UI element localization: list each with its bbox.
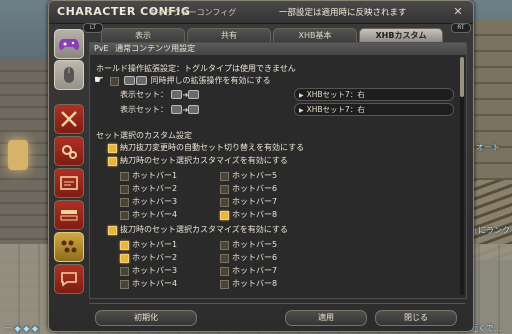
sheathed-hotbar2-checkbox[interactable] [120, 185, 129, 194]
section-title: 通常コンテンツ用設定 [115, 44, 196, 53]
gamepad-button-icon [188, 105, 200, 114]
tab-display[interactable]: 表示 [101, 28, 185, 43]
scene-label: 近くで… [470, 324, 502, 333]
hotbar-label: ホットバー7 [232, 197, 278, 206]
chevron-right-icon: ▶ [299, 107, 304, 114]
sheathed-custom-checkbox[interactable] [108, 157, 117, 166]
battle-settings-button[interactable] [54, 104, 84, 134]
tab-shared[interactable]: 共有 [187, 28, 271, 43]
scene-label: オート [476, 143, 500, 152]
sheathed-custom-label: 納刀時のセット選択カスタマイズを有効にする [120, 156, 288, 165]
tab-bar: 表示 共有 XHB基本 XHBカスタム [101, 28, 443, 43]
hotbar-label: ホットバー2 [132, 184, 178, 193]
display-set-select[interactable]: ▶ XHBセット7：右 [294, 88, 454, 101]
mouse-mode-button[interactable] [54, 60, 84, 90]
hotbar-label: ホットバー1 [132, 171, 178, 180]
apply-notice: 一部設定は適用時に反映されます [279, 8, 407, 18]
hotbar-label: ホットバー5 [232, 240, 278, 249]
gamepad-button-icon [170, 90, 182, 99]
drawn-hotbar8-checkbox[interactable] [220, 280, 229, 289]
pointing-hand-icon: ☛ [94, 73, 104, 86]
cross-hotbar-icon [61, 240, 77, 253]
action-settings-button[interactable] [54, 136, 84, 166]
gamepad-button-icon [136, 76, 147, 85]
display-set-select[interactable]: ▶ XHBセット7：右 [294, 103, 454, 116]
drawn-custom-label: 抜刀時のセット選択カスタマイズを有効にする [120, 225, 288, 234]
lt-indicator: LT [83, 23, 103, 33]
gamepad-mode-button[interactable] [54, 29, 84, 59]
hold-notice: ホールド操作拡張設定：トグルタイプは使用できません [96, 64, 296, 73]
sheathed-hotbar5-checkbox[interactable] [220, 172, 229, 181]
section-header: PvE 通常コンテンツ用設定 [90, 43, 466, 55]
gears-icon [62, 145, 77, 159]
rt-indicator: RT [451, 23, 471, 33]
window-subtitle: キャラクターコンフィグ [149, 8, 237, 17]
set-select-heading: セット選択のカスタム設定 [96, 131, 192, 140]
chat-bubble-icon [61, 272, 77, 287]
gamepad-button-icon [188, 90, 200, 99]
chat-settings-button[interactable] [54, 264, 84, 294]
sheathed-hotbar4-checkbox[interactable] [120, 211, 129, 220]
hotbar-label: ホットバー3 [132, 266, 178, 275]
hotbar-label: ホットバー5 [232, 171, 278, 180]
footer-divider [89, 303, 465, 304]
apply-button[interactable]: 適用 [285, 310, 367, 326]
close-button[interactable]: 閉じる [375, 310, 457, 326]
drawn-hotbar2-checkbox[interactable] [120, 254, 129, 263]
hotbar-label: ホットバー3 [132, 197, 178, 206]
hotbar-icon [60, 210, 78, 221]
category-rail [54, 29, 84, 299]
hotbar-label: ホットバー4 [132, 210, 178, 219]
sheathed-hotbar7-checkbox[interactable] [220, 198, 229, 207]
hotbar-label: ホットバー7 [232, 266, 278, 275]
hold-extend-checkbox[interactable] [110, 77, 119, 86]
scene-label: ー ◆ ◆ ◆ [4, 324, 39, 333]
display-set-row: 表示セット： ➜ [120, 104, 200, 115]
scrollbar[interactable] [460, 57, 464, 295]
auto-switch-checkbox[interactable] [108, 144, 117, 153]
character-config-window: CHARACTER CONFIG キャラクターコンフィグ 一部設定は適用時に反映… [48, 0, 474, 332]
window-icon [60, 176, 78, 190]
hotbar-settings-button[interactable] [54, 200, 84, 230]
gamepad-icon [59, 39, 79, 50]
auto-switch-label: 納刀抜刀変更時の自動セット切り替えを有効にする [120, 143, 305, 152]
tab-xhb-basic[interactable]: XHB基本 [273, 28, 357, 43]
lamp [8, 140, 28, 170]
hotbar-label: ホットバー4 [132, 279, 178, 288]
hotbar-label: ホットバー1 [132, 240, 178, 249]
hotbar-label: ホットバー2 [132, 253, 178, 262]
drawn-hotbar3-checkbox[interactable] [120, 267, 129, 276]
cross-hotbar-settings-button[interactable] [54, 232, 84, 262]
reset-button[interactable]: 初期化 [95, 310, 197, 326]
title-bar[interactable]: CHARACTER CONFIG キャラクターコンフィグ 一部設定は適用時に反映… [49, 1, 473, 24]
gamepad-button-icon [170, 105, 182, 114]
hotbar-label: ホットバー6 [232, 253, 278, 262]
settings-panel: PvE 通常コンテンツ用設定 ホールド操作拡張設定：トグルタイプは使用できません… [89, 42, 467, 299]
mouse-icon [64, 67, 74, 83]
hotbar-label: ホットバー8 [232, 210, 278, 219]
gamepad-button-icon [124, 76, 135, 85]
chevron-right-icon: ▶ [299, 92, 304, 99]
sheathed-hotbar1-checkbox[interactable] [120, 172, 129, 181]
drawn-hotbar7-checkbox[interactable] [220, 267, 229, 276]
crossed-swords-icon [61, 111, 77, 127]
hotbar-label: ホットバー6 [232, 184, 278, 193]
drawn-hotbar1-checkbox[interactable] [120, 241, 129, 250]
sheathed-hotbar6-checkbox[interactable] [220, 185, 229, 194]
display-set-row: 表示セット： ➜ [120, 89, 200, 100]
scrollbar-thumb[interactable] [460, 57, 464, 97]
tab-xhb-custom[interactable]: XHBカスタム [359, 28, 443, 43]
ui-settings-button[interactable] [54, 168, 84, 198]
drawn-custom-checkbox[interactable] [108, 226, 117, 235]
drawn-hotbar6-checkbox[interactable] [220, 254, 229, 263]
hotbar-label: ホットバー8 [232, 279, 278, 288]
sheathed-hotbar8-checkbox[interactable] [220, 211, 229, 220]
close-icon[interactable]: ✕ [451, 5, 465, 19]
drawn-hotbar4-checkbox[interactable] [120, 280, 129, 289]
hold-extend-label: 同時押しの拡張操作を有効にする [124, 75, 271, 86]
sheathed-hotbar3-checkbox[interactable] [120, 198, 129, 207]
pve-label: PvE [94, 44, 109, 53]
drawn-hotbar5-checkbox[interactable] [220, 241, 229, 250]
